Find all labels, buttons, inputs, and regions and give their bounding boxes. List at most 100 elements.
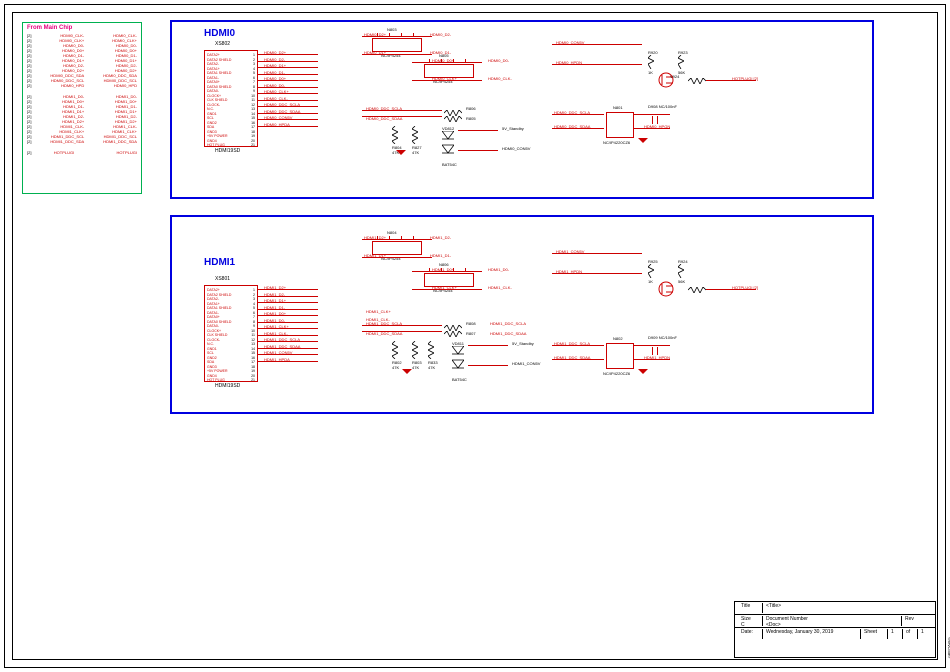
r923: R923 56K <box>678 50 688 75</box>
hotplug-out-label: HOTPLUGI [2] <box>732 285 758 290</box>
net-label: HDMI0_D0+ <box>432 58 454 63</box>
hcon-label: HDMI1_CON5V <box>512 361 540 366</box>
net-label: HDMI0_DDC_SCLA <box>554 110 590 115</box>
net-label: HDMI1_DDC_SDAA <box>490 331 526 336</box>
hdmi1-connector-pins: DATA2+1DATA2 SHIELD2DATA2-3DATA1+4DATA1 … <box>205 286 257 385</box>
sheet-val: 1 <box>888 629 903 639</box>
hdmi0-connector-pn: HDMI19SD <box>215 148 240 154</box>
net-label: HDMI1_DDC_SCLA <box>554 341 590 346</box>
hdmi1-title: HDMI1 <box>204 257 235 268</box>
net-label: HDMI1_HPDN <box>644 355 670 360</box>
vd812: VD812 BAT54C <box>442 126 457 167</box>
r833: R83347K <box>428 341 438 370</box>
net-label: HDMI1_DDC_SDAA <box>554 355 590 360</box>
hdmi1-ic3: N802 NC/IP4220CZ6 <box>606 343 634 369</box>
capacitor-icon <box>652 347 658 355</box>
hdmi0-connector-pins: DATA2+1DATA2 SHIELD2DATA2-3DATA1+4DATA1 … <box>205 51 257 150</box>
net-label: HDMI0_D0- <box>488 58 509 63</box>
ground-icon <box>402 369 412 374</box>
date-label: Date: <box>738 629 763 639</box>
net-label: HDMI0_D2- <box>430 32 451 37</box>
net-label: HDMI0_D2+ <box>364 32 386 37</box>
net-label: HDMI1_D1+ <box>364 253 386 258</box>
from-main-chip-block: From Main Chip [2] HDMI0_CLK-HDMI0_CLK-[… <box>22 22 142 194</box>
net-label: HDMI0_HPGN <box>644 124 670 129</box>
resistor-zigzag <box>688 78 706 84</box>
net-label: HDMI0_D1- <box>430 50 451 55</box>
ground-icon <box>396 150 406 155</box>
date-value: Wednesday, January 30, 2019 <box>763 629 861 639</box>
net-label: HDMI0_CON5V <box>556 40 584 45</box>
net-label: HDMI0_DDC_SCLA <box>366 106 402 111</box>
docnum-value: <Doc> <box>766 622 898 628</box>
hcon-label: HDMI0_CON5V <box>502 146 530 151</box>
title-value: <Title> <box>763 603 932 613</box>
pin-list-1: [2] HDMI0_CLK-HDMI0_CLK-[2] HDMI0_CLK+HD… <box>23 33 141 88</box>
hotplug-out-label: HOTPLUGI [2] <box>732 76 758 81</box>
hdmi0-connector-ref: XS802 <box>215 41 230 47</box>
net-label: HDMI1_D1- <box>430 253 451 258</box>
sheet-label: Sheet <box>861 629 888 639</box>
r803: R80347K <box>412 341 422 370</box>
hdmi0-connector: XS802 DATA2+1DATA2 SHIELD2DATA2-3DATA1+4… <box>204 50 258 147</box>
r920: R920 1K <box>648 50 658 75</box>
net-label: HDMI0_DDC_SDAA <box>366 116 402 121</box>
pin-list-2: [2] HDMI1_D0-HDMI1_D0-[2] HDMI1_D0+HDMI1… <box>23 94 141 144</box>
r925: R925 1K <box>648 259 658 284</box>
hdmi0-ic3: N801 NC/IP4220CZ6 <box>606 112 634 138</box>
net-label: HDMI1_DDC_SCLA <box>490 321 526 326</box>
net-label: HDMI1_DDC_SCLA <box>366 321 402 326</box>
net-label: HDMI1_D2- <box>430 235 451 240</box>
rev-label: Rev <box>902 616 932 626</box>
hotplug-row: [2] HOTPLUGI HOTPLUGI <box>23 150 141 155</box>
hdmi1-block: HDMI1 XS801 DATA2+1DATA2 SHIELD2DATA2-3D… <box>170 215 874 414</box>
diode-pn: BAT54C <box>452 377 467 382</box>
ic3-pn: NC/IP4220CZ6 <box>603 140 630 145</box>
net-label: HDMI1_CLK- <box>488 285 512 290</box>
diode-pn: BAT54C <box>442 162 457 167</box>
title-label: Title <box>738 603 763 613</box>
net-label: HDMI1_DDC_SDAA <box>366 331 402 336</box>
diode-icon <box>442 131 454 161</box>
hdmi0-block: HDMI0 XS802 DATA2+1DATA2 SHIELD2DATA2-3D… <box>170 20 874 199</box>
standby-label: 5V_Standby <box>502 126 524 131</box>
net-label: HDMI0_CLK+ <box>432 76 457 81</box>
vd811: VD811 BAT54C <box>452 341 467 382</box>
ic3-ref: N802 <box>613 336 623 341</box>
hdmi1-connector-pn: HDMI19SD <box>215 383 240 389</box>
net-label: HDMI0_HPDN <box>556 60 582 65</box>
r924: R924 56K <box>678 259 688 284</box>
hdmi1-connector: XS801 DATA2+1DATA2 SHIELD2DATA2-3DATA1+4… <box>204 285 258 382</box>
net-label: HDMI1_HPDN <box>556 269 582 274</box>
ic3-ref: N801 <box>613 105 623 110</box>
net-label: HDMI1_D0+ <box>432 267 454 272</box>
standby-label: 5V_Standby <box>512 341 534 346</box>
ic3-pn: NC/IP4220CZ6 <box>603 371 630 376</box>
from-main-chip-title: From Main Chip <box>23 23 141 33</box>
net-label: HDMI1_D2+ <box>364 235 386 240</box>
net-label: HDMI1_CLK+ <box>366 309 391 314</box>
of-val: 1 <box>918 629 932 639</box>
hdmi0-title: HDMI0 <box>204 28 235 39</box>
net-label: HDMI0_CLK- <box>488 76 512 81</box>
ground-icon <box>638 369 648 374</box>
title-block: Title <Title> Size C Document Number <Do… <box>734 601 936 658</box>
size-value: C <box>741 622 759 628</box>
net-line <box>468 365 508 366</box>
capacitor-icon <box>652 116 658 124</box>
resistor-zigzag <box>688 287 706 293</box>
net-label: HDMI0_DDC_SDAA <box>554 124 590 129</box>
net-line <box>468 345 508 346</box>
r802: R80247K <box>392 341 402 370</box>
net-line <box>458 150 498 151</box>
hdmi1-connector-ref: XS801 <box>215 276 230 282</box>
resistor-zigzag <box>444 116 462 122</box>
net-line <box>458 130 498 131</box>
net-label: HDMI1_CLK+ <box>432 285 457 290</box>
net-label: HDMI0_D1+ <box>364 50 386 55</box>
diode-icon <box>452 346 464 376</box>
ground-icon <box>638 138 648 143</box>
ic1-ref: N804 <box>387 230 397 235</box>
net-label: HDMI1_D0- <box>488 267 509 272</box>
net-line <box>634 114 670 115</box>
